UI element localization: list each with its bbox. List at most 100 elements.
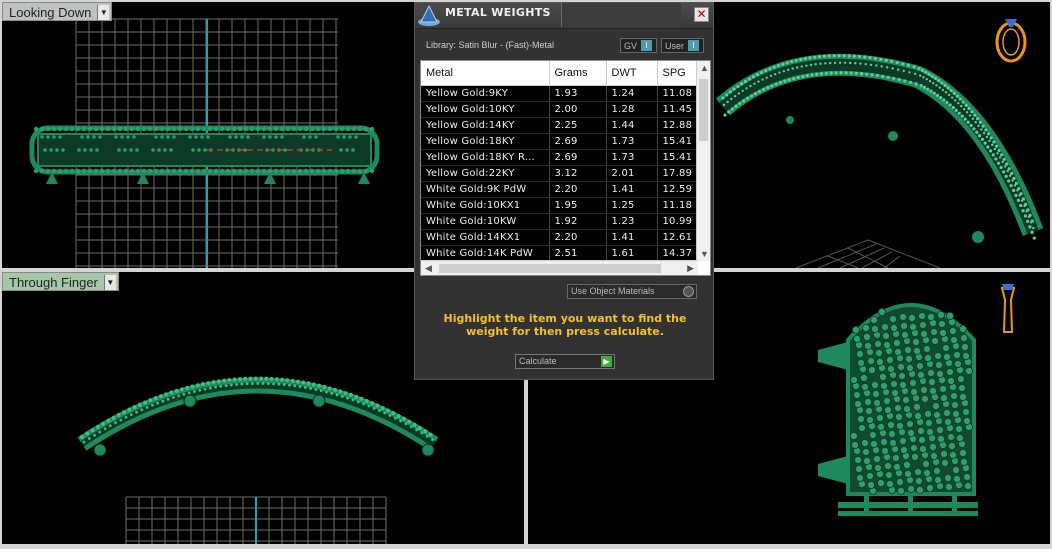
column-header-dwt[interactable]: DWT <box>606 61 658 86</box>
chevron-down-icon[interactable]: ▼ <box>103 274 116 290</box>
cell-grams: 1.95 <box>549 197 607 214</box>
cell-metal: White Gold:10KX1 <box>421 197 550 214</box>
cell-metal: Yellow Gold:10KY <box>421 101 550 118</box>
bracelet-front-view <box>818 303 978 516</box>
table-row[interactable]: Yellow Gold:18KY 2.69 1.73 15.41 <box>421 133 698 150</box>
scroll-down-icon[interactable]: ▼ <box>700 249 709 259</box>
dialog-title-bar[interactable]: METAL WEIGHTS ✕ <box>415 3 713 29</box>
cell-grams: 2.20 <box>549 181 607 198</box>
chevron-down-icon[interactable]: ▼ <box>97 4 110 20</box>
cell-grams: 2.69 <box>549 133 607 150</box>
horizontal-scrollbar[interactable]: ◀ ▶ <box>421 260 698 275</box>
table-row[interactable]: White Gold:10KX1 1.95 1.25 11.18 <box>421 197 698 214</box>
table-header-row: Metal Grams DWT SPG <box>421 61 698 86</box>
cell-dwt: 1.73 <box>606 149 658 166</box>
cell-dwt: 1.41 <box>606 229 658 246</box>
toggle-indicator-icon: I <box>688 40 700 51</box>
calculate-label: Calculate <box>519 356 557 366</box>
viewport-label-looking-down[interactable]: Looking Down ▼ <box>2 2 113 21</box>
cell-grams: 2.20 <box>549 229 607 246</box>
use-object-materials-toggle[interactable]: Use Object Materials <box>567 284 697 299</box>
cell-grams: 2.00 <box>549 101 607 118</box>
cell-dwt: 1.23 <box>606 213 658 230</box>
bracelet-perspective-view <box>715 53 1044 243</box>
metal-weights-table: Metal Grams DWT SPG Yellow Gold:9KY 1.93 1… <box>421 61 698 262</box>
table-row[interactable]: Yellow Gold:14KY 2.25 1.44 12.88 <box>421 117 698 134</box>
scroll-right-icon[interactable]: ▶ <box>687 263 694 274</box>
cell-metal: Yellow Gold:18KY R... <box>421 149 550 166</box>
cell-dwt: 1.44 <box>606 117 658 134</box>
radio-circle-icon <box>683 286 694 297</box>
vertical-scroll-thumb[interactable] <box>699 79 708 141</box>
cell-metal: White Gold:9K PdW <box>421 181 550 198</box>
cell-dwt: 1.25 <box>606 197 658 214</box>
toggle-indicator-icon: I <box>641 40 653 51</box>
column-header-metal[interactable]: Metal <box>421 61 550 86</box>
cell-spg: 14.37 <box>657 245 698 262</box>
cell-spg: 12.59 <box>657 181 698 198</box>
cell-spg: 11.08 <box>657 85 698 102</box>
ring-orientation-icon <box>995 19 1027 63</box>
ground-grid <box>795 239 941 268</box>
vertical-scrollbar[interactable]: ▲ ▼ <box>696 61 710 261</box>
cell-dwt: 1.24 <box>606 85 658 102</box>
column-header-grams[interactable]: Grams <box>549 61 607 86</box>
horizontal-scroll-thumb[interactable] <box>439 264 661 273</box>
table-row[interactable]: White Gold:14KX1 2.20 1.41 12.61 <box>421 229 698 246</box>
cell-spg: 11.18 <box>657 197 698 214</box>
dialog-title: METAL WEIGHTS <box>445 6 551 19</box>
finger-orientation-icon <box>1000 284 1016 333</box>
viewport-label-text: Through Finger <box>9 274 98 290</box>
cell-dwt: 2.01 <box>606 165 658 182</box>
cell-grams: 1.92 <box>549 213 607 230</box>
cell-spg: 12.88 <box>657 117 698 134</box>
cell-metal: Yellow Gold:18KY <box>421 133 550 150</box>
table-row[interactable]: Yellow Gold:22KY 3.12 2.01 17.89 <box>421 165 698 182</box>
viewport-label-text: Looking Down <box>9 4 92 20</box>
table-row[interactable]: Yellow Gold:18KY R... 2.69 1.73 15.41 <box>421 149 698 166</box>
viewport-label-through-finger[interactable]: Through Finger ▼ <box>2 272 119 291</box>
close-button[interactable]: ✕ <box>694 7 709 22</box>
cell-dwt: 1.73 <box>606 133 658 150</box>
dialog-title-tab <box>561 3 681 27</box>
cell-metal: White Gold:10KW <box>421 213 550 230</box>
scroll-up-icon[interactable]: ▲ <box>700 63 709 73</box>
metal-weights-table-container[interactable]: Metal Grams DWT SPG Yellow Gold:9KY 1.93 1… <box>420 60 711 276</box>
table-row[interactable]: Yellow Gold:10KY 2.00 1.28 11.45 <box>421 101 698 118</box>
cell-spg: 15.41 <box>657 133 698 150</box>
cell-metal: White Gold:14K PdW <box>421 245 550 262</box>
table-row[interactable]: Yellow Gold:9KY 1.93 1.24 11.08 <box>421 85 698 102</box>
cell-metal: Yellow Gold:22KY <box>421 165 550 182</box>
cell-spg: 12.61 <box>657 229 698 246</box>
cell-spg: 15.41 <box>657 149 698 166</box>
library-label: Library: Satin Blur - (Fast)-Metal <box>426 40 555 50</box>
cell-spg: 17.89 <box>657 165 698 182</box>
scroll-left-icon[interactable]: ◀ <box>425 263 432 274</box>
cell-metal: Yellow Gold:14KY <box>421 117 550 134</box>
calculate-button[interactable]: Calculate ▶ <box>515 354 615 369</box>
user-toggle-label: User <box>665 40 685 51</box>
gv-toggle-label: GV <box>624 40 638 51</box>
cell-metal: White Gold:14KX1 <box>421 229 550 246</box>
instruction-text: Highlight the item you want to find the … <box>443 312 687 338</box>
metal-weights-dialog: METAL WEIGHTS ✕ Library: Satin Blur - (F… <box>414 2 714 380</box>
column-header-spg[interactable]: SPG <box>657 61 698 86</box>
cell-grams: 2.69 <box>549 149 607 166</box>
cell-grams: 2.51 <box>549 245 607 262</box>
gv-toggle[interactable]: GV I <box>620 38 657 53</box>
table-row[interactable]: White Gold:10KW 1.92 1.23 10.99 <box>421 213 698 230</box>
cell-dwt: 1.61 <box>606 245 658 262</box>
table-row[interactable]: White Gold:14K PdW 2.51 1.61 14.37 <box>421 245 698 262</box>
cell-grams: 3.12 <box>549 165 607 182</box>
bracelet-side-view <box>77 376 439 457</box>
cell-grams: 2.25 <box>549 117 607 134</box>
use-object-materials-label: Use Object Materials <box>571 286 655 296</box>
cell-dwt: 1.41 <box>606 181 658 198</box>
app-logo-icon <box>418 4 440 26</box>
user-toggle[interactable]: User I <box>661 38 704 53</box>
play-arrow-icon: ▶ <box>601 356 612 367</box>
table-row[interactable]: White Gold:9K PdW 2.20 1.41 12.59 <box>421 181 698 198</box>
cell-dwt: 1.28 <box>606 101 658 118</box>
cell-grams: 1.93 <box>549 85 607 102</box>
cell-metal: Yellow Gold:9KY <box>421 85 550 102</box>
